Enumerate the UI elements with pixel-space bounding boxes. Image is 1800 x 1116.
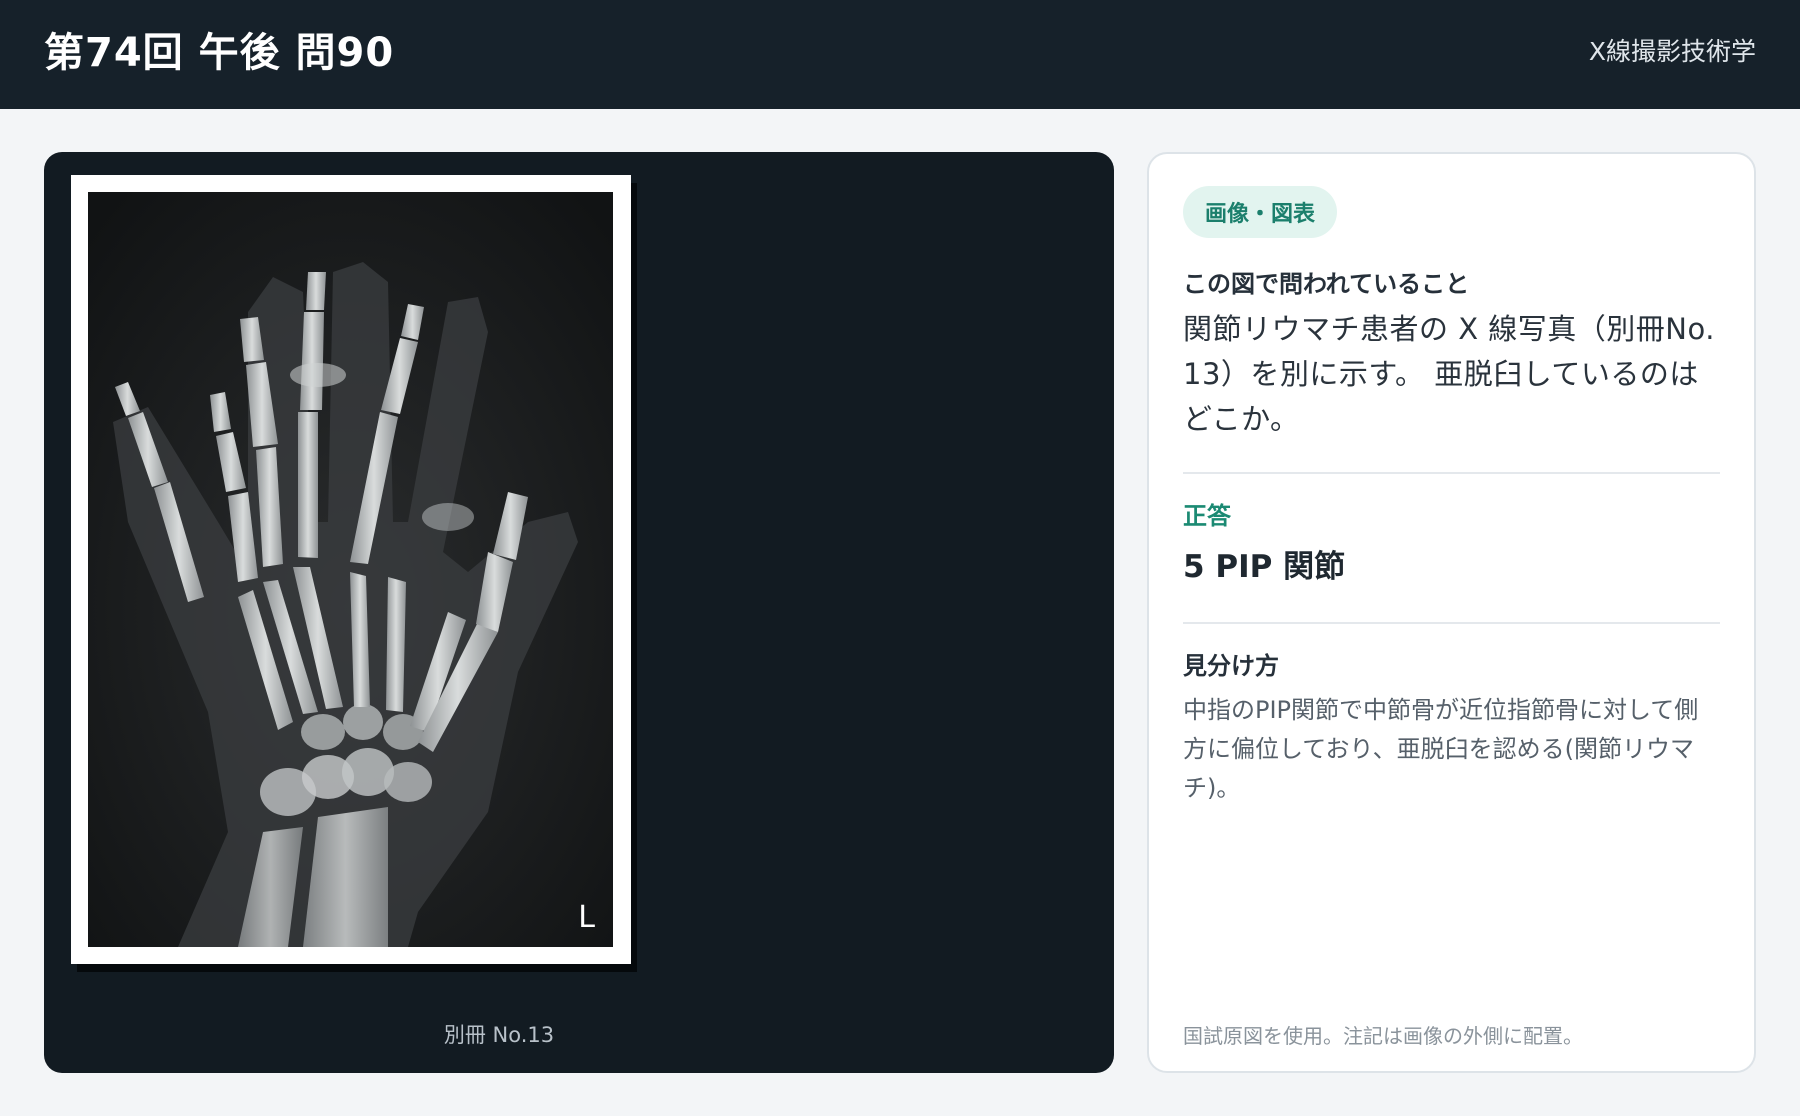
hand-xray-image: L (88, 192, 613, 947)
image-caption: 別冊 No.13 (44, 1019, 1114, 1053)
question-heading: この図で問われていること (1183, 270, 1470, 298)
top-bar: 第74回 午後 問90 X線撮影技術学 (0, 0, 1800, 109)
category-tag: 画像・図表 (1183, 186, 1338, 238)
caption-text: 別冊 No.13 (443, 1023, 555, 1047)
source-note: 国試原図を使用。注記は画像の外側に配置。 (1183, 1024, 1583, 1048)
xray-photo-frame: L (71, 175, 631, 964)
question-panel: 画像・図表 この図で問われていること 関節リウマチ患者の X 線写真（別冊No.… (1147, 152, 1756, 1073)
how-to-read-heading: 見分け方 (1183, 652, 1279, 680)
divider (1183, 472, 1720, 474)
page-title: 第74回 午後 問90 (44, 29, 395, 76)
hand-xray-drawing (88, 192, 613, 947)
image-viewer: L 別冊 No.13 (44, 152, 1114, 1073)
divider (1183, 622, 1720, 624)
answer-text: 5 PIP 関節 (1183, 549, 1346, 585)
question-text: 関節リウマチ患者の X 線写真（別冊No. 13）を別に示す。 亜脱臼しているの… (1183, 312, 1715, 436)
side-marker: L (578, 900, 595, 935)
answer-heading: 正答 (1183, 502, 1231, 530)
explanation-text: 中指のPIP関節で中節骨が近位指節骨に対して側方に偏位しており、亜脱臼を認める(… (1183, 696, 1699, 802)
subject-label: X線撮影技術学 (1588, 36, 1756, 66)
